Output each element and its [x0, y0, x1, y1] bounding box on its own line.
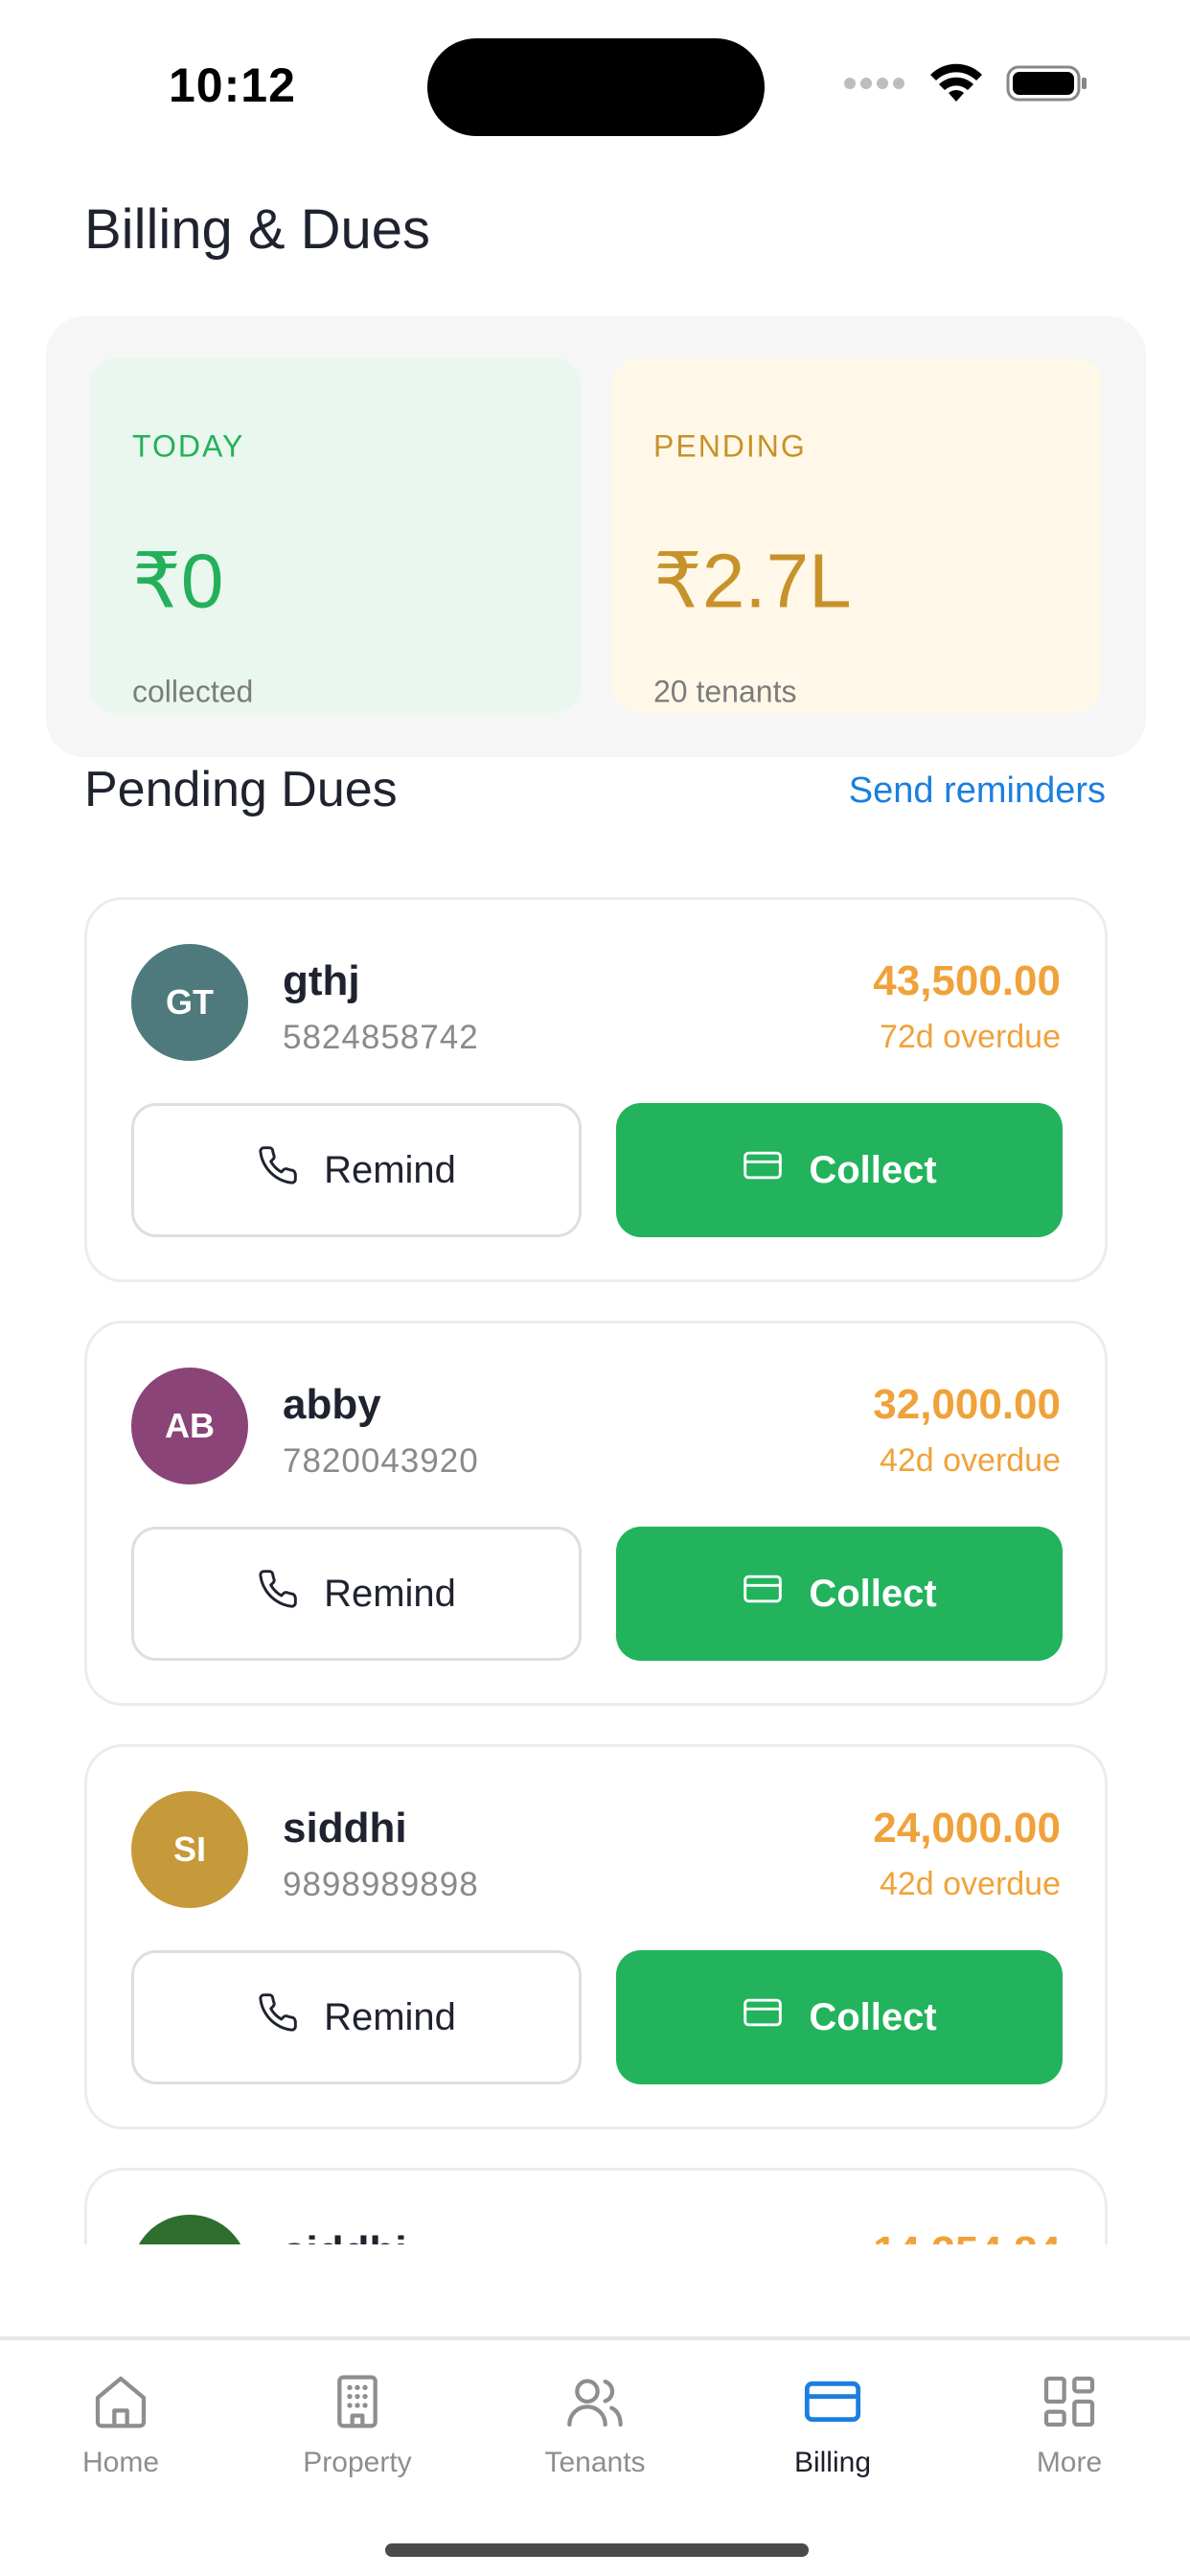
dynamic-island [427, 38, 765, 136]
due-card: siddhi 14,354.84 [84, 2168, 1108, 2244]
tab-label: Property [303, 2447, 412, 2478]
due-card: GT gthj 5824858742 43,500.00 72d overdue… [84, 897, 1108, 1282]
send-reminders-link[interactable]: Send reminders [849, 770, 1106, 812]
tenant-name: siddhi [283, 1805, 407, 1852]
pending-dues-list[interactable]: GT gthj 5824858742 43,500.00 72d overdue… [0, 862, 1190, 2244]
pending-summary-card: PENDING ₹2.7L 20 tenants [611, 358, 1102, 713]
tenant-phone: 5824858742 [283, 1019, 479, 1056]
tab-property[interactable]: Property [262, 2371, 453, 2479]
tab-billing[interactable]: Billing [737, 2371, 928, 2479]
due-amount: 24,000.00 [873, 1805, 1061, 1852]
overdue-text: 42d overdue [879, 1866, 1061, 1902]
tab-label: Home [81, 2447, 160, 2478]
due-card: SI siddhi 9898989898 24,000.00 42d overd… [84, 1744, 1108, 2129]
card-icon [742, 1568, 784, 1620]
overdue-text: 42d overdue [879, 1442, 1061, 1479]
tab-tenants[interactable]: Tenants [499, 2371, 691, 2479]
due-amount: 32,000.00 [873, 1381, 1061, 1428]
phone-icon [257, 1568, 299, 1620]
remind-button[interactable]: Remind [131, 1950, 582, 2084]
card-icon [742, 1991, 784, 2043]
overdue-text: 72d overdue [879, 1019, 1061, 1055]
tab-label: More [1036, 2447, 1103, 2478]
pending-label: PENDING [653, 428, 807, 464]
tab-label: Tenants [544, 2447, 646, 2478]
pending-value: ₹2.7L [653, 538, 852, 624]
collect-button[interactable]: Collect [616, 1527, 1063, 1661]
today-value: ₹0 [132, 538, 224, 624]
tab-bar: Home Property Tenants Billing More [0, 2336, 1190, 2576]
tenant-name: gthj [283, 957, 360, 1004]
pending-sub: 20 tenants [653, 674, 797, 709]
status-bar: 10:12 [0, 0, 1190, 144]
tenant-name: abby [283, 1381, 381, 1428]
credit-card-icon [802, 2371, 863, 2437]
due-amount: 14,354.84 [873, 2228, 1061, 2244]
tenant-name: siddhi [283, 2228, 407, 2244]
avatar [131, 2215, 248, 2244]
users-icon [564, 2371, 626, 2437]
grid-icon [1039, 2371, 1100, 2437]
page-title: Billing & Dues [84, 198, 431, 261]
collect-button[interactable]: Collect [616, 1950, 1063, 2084]
battery-icon [1006, 64, 1088, 107]
summary-panel: TODAY ₹0 collected PENDING ₹2.7L 20 tena… [46, 316, 1146, 757]
building-icon [327, 2371, 388, 2437]
today-sub: collected [132, 674, 254, 709]
tab-more[interactable]: More [973, 2371, 1165, 2479]
remind-label: Remind [324, 1572, 456, 1615]
home-indicator[interactable] [385, 2543, 809, 2557]
phone-icon [257, 1144, 299, 1196]
remind-button[interactable]: Remind [131, 1103, 582, 1237]
tenant-phone: 9898989898 [283, 1866, 479, 1903]
remind-label: Remind [324, 1148, 456, 1191]
avatar: AB [131, 1368, 248, 1484]
remind-label: Remind [324, 1995, 456, 2038]
collect-button[interactable]: Collect [616, 1103, 1063, 1237]
status-time: 10:12 [169, 58, 296, 112]
today-label: TODAY [132, 428, 245, 464]
phone-icon [257, 1991, 299, 2043]
status-icons [843, 61, 1088, 109]
collect-label: Collect [809, 1572, 937, 1615]
tab-home[interactable]: Home [25, 2371, 217, 2479]
pending-dues-title: Pending Dues [84, 762, 398, 817]
today-summary-card: TODAY ₹0 collected [90, 358, 581, 713]
wifi-icon [929, 63, 983, 108]
tenant-phone: 7820043920 [283, 1442, 479, 1480]
due-amount: 43,500.00 [873, 957, 1061, 1004]
collect-label: Collect [809, 1995, 937, 2038]
tab-label: Billing [793, 2447, 872, 2478]
avatar: SI [131, 1791, 248, 1908]
home-icon [90, 2371, 151, 2437]
due-card: AB abby 7820043920 32,000.00 42d overdue… [84, 1321, 1108, 1706]
remind-button[interactable]: Remind [131, 1527, 582, 1661]
card-icon [742, 1144, 784, 1196]
signal-icon [843, 77, 906, 95]
avatar: GT [131, 944, 248, 1061]
collect-label: Collect [809, 1148, 937, 1191]
